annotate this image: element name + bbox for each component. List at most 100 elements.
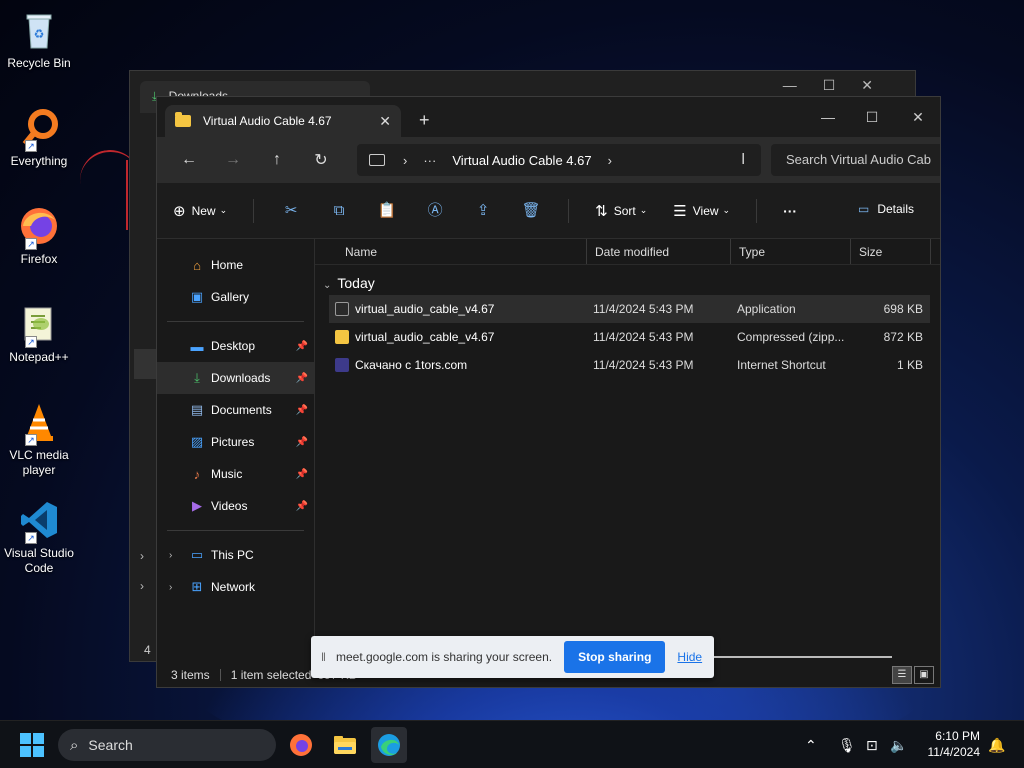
start-button[interactable] (20, 733, 44, 757)
view-button-label: View (692, 203, 719, 218)
copy-icon[interactable]: ⧉ (328, 200, 350, 222)
hide-banner-link[interactable]: Hide (677, 650, 702, 664)
chevron-down-icon: ⌄ (219, 205, 228, 215)
taskbar-firefox[interactable] (283, 727, 319, 763)
maximize-button[interactable]: ☐ (849, 103, 895, 131)
breadcrumb-current[interactable]: Virtual Audio Cable 4.67 (452, 153, 591, 168)
network-status-icon[interactable]: ⊡ (866, 721, 878, 768)
sidebar-item-label: Network (211, 580, 256, 594)
desktop-icon-firefox[interactable]: ↗ Firefox (4, 204, 74, 267)
breadcrumb-overflow[interactable]: ··· (423, 153, 436, 168)
status-item-count: 3 items (171, 668, 210, 682)
sidebar-item-gallery[interactable]: ▣ Gallery (157, 281, 314, 313)
back-window-sidebar-fragment (134, 349, 156, 379)
sidebar-item-home[interactable]: ⌂ Home (157, 249, 314, 281)
pin-icon[interactable]: 📌 (296, 341, 308, 352)
file-name: virtual_audio_cable_v4.67 (355, 302, 495, 316)
taskbar-edge[interactable] (371, 727, 407, 763)
drag-handle-icon[interactable]: ‖ (321, 650, 326, 664)
sort-button[interactable]: ⇅ Sort ⌄ (595, 202, 647, 220)
back-button[interactable]: ← (167, 144, 211, 176)
chevron-right-icon[interactable]: › (169, 550, 172, 561)
details-button[interactable]: ▭ Details (858, 202, 914, 216)
chevron-right-icon[interactable]: › (140, 549, 144, 563)
chevron-right-icon[interactable]: › (608, 153, 612, 168)
refresh-button[interactable]: ↻ (299, 144, 343, 176)
column-header-size[interactable]: Size (851, 239, 931, 264)
file-date: 11/4/2024 5:43 PM (593, 330, 694, 344)
view-button[interactable]: ☰ View ⌄ (673, 202, 730, 220)
svg-text:♻: ♻ (34, 27, 45, 41)
cut-icon[interactable]: ✂ (280, 200, 302, 222)
minimize-button[interactable]: — (805, 103, 851, 131)
sidebar-item-music[interactable]: ♪ Music 📌 (157, 458, 314, 490)
more-options-button[interactable]: ··· (783, 203, 797, 219)
taskbar-file-explorer[interactable] (327, 727, 363, 763)
sidebar-item-this-pc[interactable]: › ▭ This PC (157, 539, 314, 571)
delete-icon[interactable]: 🗑 (520, 200, 542, 222)
chevron-down-icon: ⌄ (639, 205, 648, 215)
new-button[interactable]: ⊕ New ⌄ (173, 202, 227, 220)
file-row[interactable]: virtual_audio_cable_v4.67 11/4/2024 5:43… (329, 295, 930, 323)
forward-button[interactable]: → (211, 144, 255, 176)
sidebar-item-label: This PC (211, 548, 254, 562)
search-input[interactable]: Search Virtual Audio Cab (771, 144, 940, 176)
command-bar: ⊕ New ⌄ ✂ ⧉ 📋 Ⓐ ⇪ 🗑 ⇅ Sort ⌄ ☰ View ⌄ ··· ▭ Det… (157, 183, 940, 239)
column-headers: Name Date modified Type Size (315, 239, 940, 265)
desktop-icon-notepadpp[interactable]: ↗ Notepad++ (4, 302, 74, 365)
file-row[interactable]: Скачано с 1tors.com 11/4/2024 5:43 PM In… (329, 351, 930, 379)
notepadpp-icon: ↗ (17, 302, 61, 348)
pin-icon[interactable]: 📌 (296, 501, 308, 512)
sidebar-item-label: Documents (211, 403, 272, 417)
sidebar-item-desktop[interactable]: ▬ Desktop 📌 (157, 330, 314, 362)
pin-icon[interactable]: 📌 (296, 437, 308, 448)
pin-icon[interactable]: 📌 (296, 373, 308, 384)
stop-sharing-button[interactable]: Stop sharing (564, 641, 666, 673)
chevron-up-icon[interactable]: ⌃ (805, 721, 817, 768)
close-tab-icon[interactable]: ✕ (379, 113, 391, 130)
rename-icon[interactable]: Ⓐ (424, 200, 446, 222)
pin-icon[interactable]: 📌 (296, 469, 308, 480)
clock[interactable]: 6:10 PM 11/4/2024 (928, 728, 981, 760)
address-bar[interactable]: › ··· Virtual Audio Cable 4.67 › (357, 144, 761, 176)
chevron-right-icon[interactable]: › (169, 582, 172, 593)
clock-date: 11/4/2024 (927, 745, 981, 759)
tab-virtual-audio-cable[interactable]: Virtual Audio Cable 4.67 ✕ (165, 105, 401, 137)
paste-icon[interactable]: 📋 (376, 200, 398, 222)
scrollbar-fragment (714, 656, 892, 658)
sort-icon: ⇅ (595, 202, 608, 220)
group-header-today[interactable]: ⌄ Today (315, 265, 940, 295)
new-tab-button[interactable]: + (419, 110, 430, 131)
sidebar-item-documents[interactable]: ▤ Documents 📌 (157, 394, 314, 426)
chevron-right-icon[interactable]: › (140, 579, 144, 593)
sidebar-item-pictures[interactable]: ▨ Pictures 📌 (157, 426, 314, 458)
screen-share-banner: ‖ meet.google.com is sharing your screen… (311, 636, 714, 678)
sidebar-item-network[interactable]: › ⊞ Network (157, 571, 314, 603)
file-row[interactable]: virtual_audio_cable_v4.67 11/4/2024 5:43… (329, 323, 930, 351)
desktop-icon: ▬ (190, 338, 204, 354)
up-button[interactable]: ↑ (255, 144, 299, 176)
tiles-view-icon[interactable]: ▣ (914, 666, 934, 684)
sidebar-item-videos[interactable]: ▶ Videos 📌 (157, 490, 314, 522)
close-window-button[interactable]: ✕ (895, 103, 940, 131)
details-view-icon[interactable]: ☰ (892, 666, 912, 684)
taskbar-search[interactable]: ⌕ Search (58, 729, 276, 761)
title-bar[interactable]: Virtual Audio Cable 4.67 ✕ + — ☐ ✕ (157, 97, 940, 137)
share-icon[interactable]: ⇪ (472, 200, 494, 222)
desktop-icon-recycle-bin[interactable]: ♻ Recycle Bin (4, 8, 74, 71)
column-header-date[interactable]: Date modified (587, 239, 731, 264)
microphone-icon[interactable]: 🎙 (838, 721, 856, 768)
desktop-icon-vlc[interactable]: ↗ VLC media player (4, 400, 74, 478)
volume-icon[interactable]: 🔈 (890, 721, 907, 768)
file-type: Application (737, 302, 796, 316)
notification-bell-icon[interactable]: 🔔 (988, 721, 1005, 768)
explorer-window[interactable]: Virtual Audio Cable 4.67 ✕ + — ☐ ✕ ← → ↑… (156, 96, 941, 688)
desktop-icon-everything[interactable]: ↗ Everything (4, 106, 74, 169)
column-header-name[interactable]: Name (315, 239, 587, 264)
pin-icon[interactable]: 📌 (296, 405, 308, 416)
sidebar-item-downloads[interactable]: ⤓ Downloads 📌 (157, 362, 314, 394)
desktop-icon-vscode[interactable]: ↗ Visual Studio Code (4, 498, 74, 576)
back-window-controls[interactable]: —☐✕ (783, 77, 899, 94)
column-header-type[interactable]: Type (731, 239, 851, 264)
vlc-icon: ↗ (17, 400, 61, 446)
